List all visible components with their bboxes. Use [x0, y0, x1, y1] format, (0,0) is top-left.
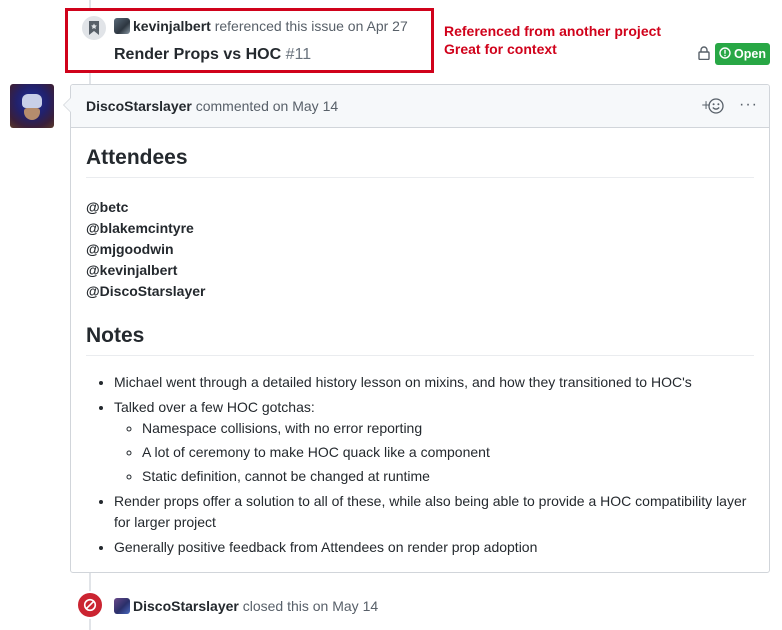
comment-box: DiscoStarslayer commented on May 14 + ··… [63, 84, 770, 573]
closed-event-meta: DiscoStarslayer closed this on May 14 [114, 598, 378, 614]
user-mention[interactable]: @betc [86, 199, 128, 215]
issue-opened-icon [719, 46, 731, 62]
reference-date[interactable]: Apr 27 [366, 18, 407, 34]
heading-divider [86, 355, 754, 356]
reference-event-highlight: kevinjalbert referenced this issue on Ap… [65, 8, 434, 73]
attendee-list: @betc @blakemcintyre @mjgoodwin @kevinja… [86, 197, 206, 302]
avatar[interactable] [114, 18, 130, 34]
closed-date[interactable]: May 14 [332, 598, 378, 614]
list-item: Talked over a few HOC gotchas: Namespace… [114, 397, 751, 487]
list-item: Render props offer a solution to all of … [114, 491, 751, 533]
heading-divider [86, 177, 754, 178]
comment-author-link[interactable]: DiscoStarslayer [86, 98, 192, 114]
lock-icon [698, 46, 710, 63]
gotcha-text: A lot of ceremony to make HOC quack like… [142, 444, 490, 460]
issue-state-label: Open [734, 47, 766, 61]
annotation-note: Referenced from another project Great fo… [444, 22, 661, 58]
reference-action: referenced this issue on [214, 18, 364, 34]
annotation-line-1: Referenced from another project [444, 23, 662, 39]
list-item: A lot of ceremony to make HOC quack like… [142, 442, 751, 463]
annotation-line-2: Great for context [444, 41, 557, 57]
gotcha-text: Static definition, cannot be changed at … [142, 468, 430, 484]
user-mention[interactable]: @mjgoodwin [86, 241, 174, 257]
comment-header: DiscoStarslayer commented on May 14 + ··… [71, 85, 769, 128]
bookmark-icon [80, 14, 108, 42]
list-item: Static definition, cannot be changed at … [142, 466, 751, 487]
comment-action: commented on [195, 98, 289, 114]
list-item: Generally positive feedback from Attende… [114, 537, 751, 558]
closed-author-link[interactable]: DiscoStarslayer [133, 598, 239, 614]
note-text: Render props offer a solution to all of … [114, 493, 747, 530]
notes-list: Michael went through a detailed history … [86, 372, 751, 562]
issue-state-badge: Open [715, 43, 770, 65]
user-mention[interactable]: @DiscoStarslayer [86, 283, 206, 299]
add-reaction-icon[interactable]: + [701, 97, 725, 118]
note-text: Talked over a few HOC gotchas: [114, 399, 315, 415]
closed-action: closed this on [242, 598, 329, 614]
author-link[interactable]: kevinjalbert [133, 18, 211, 34]
list-item: Namespace collisions, with no error repo… [142, 418, 751, 439]
referenced-issue-number[interactable]: #11 [286, 46, 312, 63]
commenter-avatar[interactable] [10, 84, 54, 128]
reference-event-meta: kevinjalbert referenced this issue on Ap… [114, 18, 408, 34]
comment-date[interactable]: May 14 [292, 98, 338, 114]
list-item: Michael went through a detailed history … [114, 372, 751, 393]
circle-slash-icon [76, 591, 104, 619]
notes-heading: Notes [86, 324, 145, 347]
more-options-icon[interactable]: ··· [739, 97, 758, 113]
comment-meta: DiscoStarslayer commented on May 14 [86, 98, 338, 114]
referenced-issue-link[interactable]: Render Props vs HOC #11 [114, 46, 311, 64]
avatar[interactable] [114, 598, 130, 614]
attendees-heading: Attendees [86, 146, 188, 169]
note-text: Generally positive feedback from Attende… [114, 539, 538, 555]
user-mention[interactable]: @blakemcintyre [86, 220, 194, 236]
note-text: Michael went through a detailed history … [114, 374, 692, 390]
gotcha-list: Namespace collisions, with no error repo… [114, 418, 751, 487]
gotcha-text: Namespace collisions, with no error repo… [142, 420, 423, 436]
referenced-issue-title[interactable]: Render Props vs HOC [114, 46, 281, 63]
user-mention[interactable]: @kevinjalbert [86, 262, 177, 278]
